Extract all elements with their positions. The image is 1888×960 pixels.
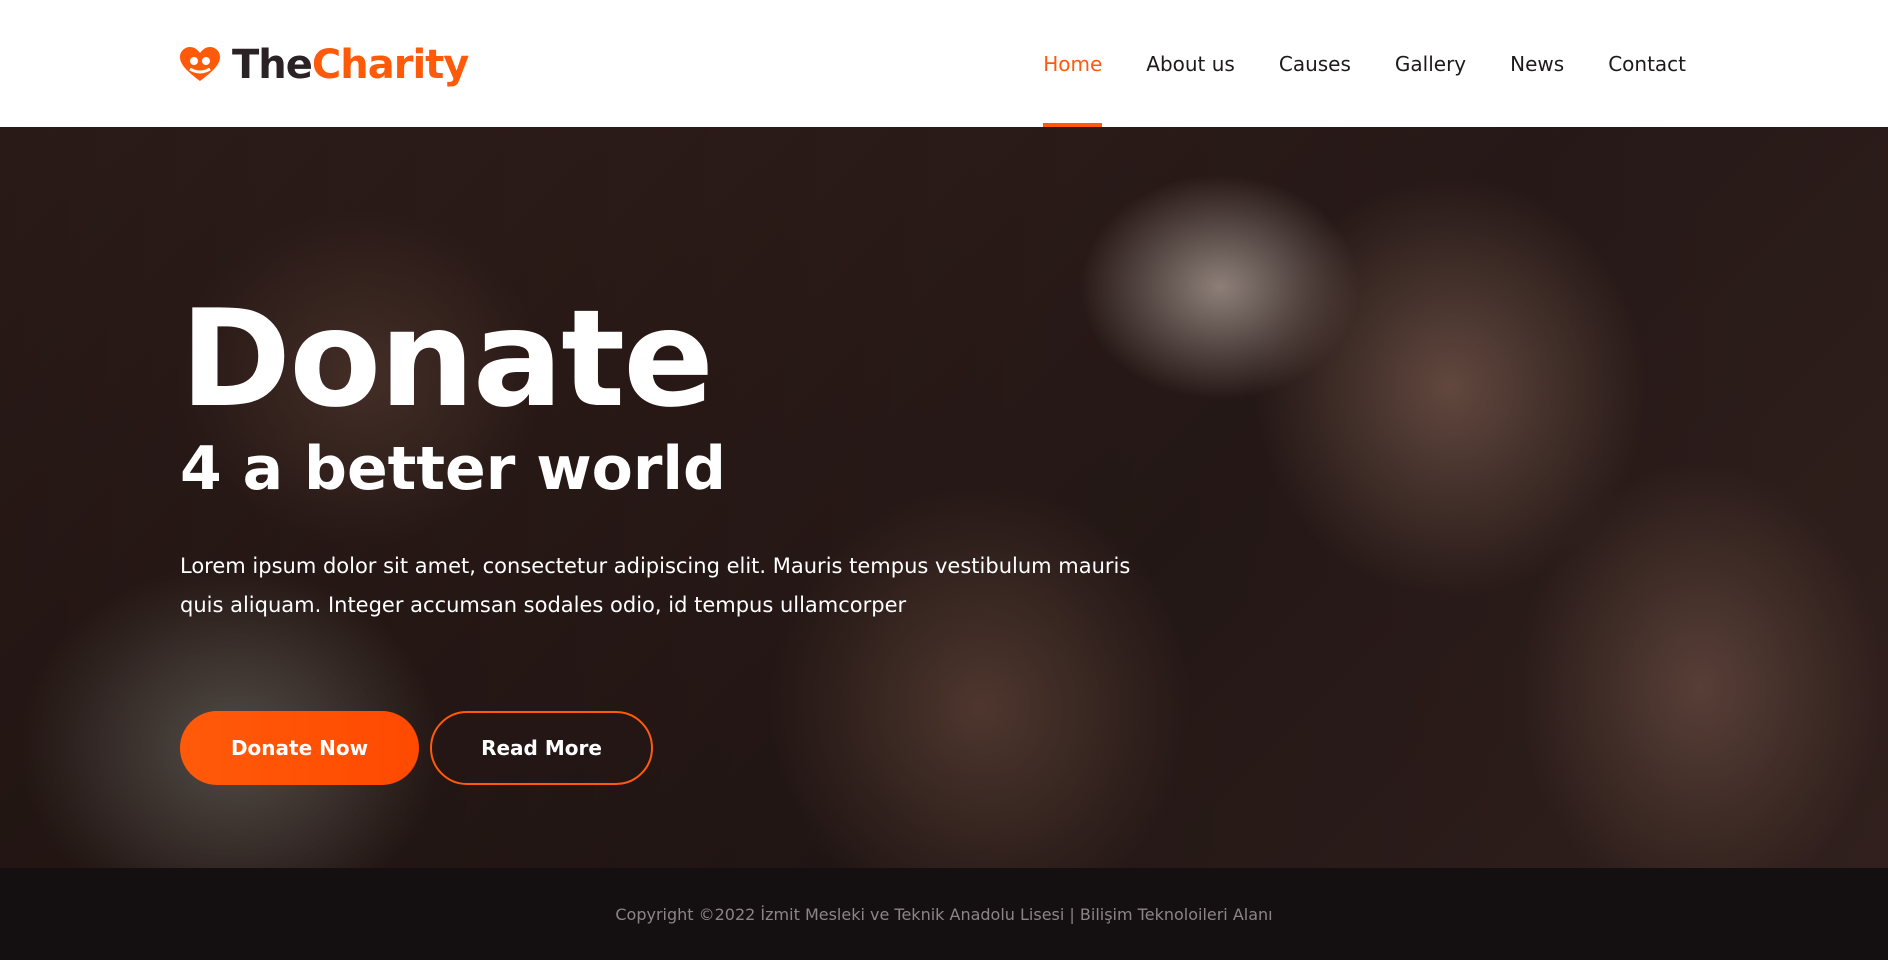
donate-now-button[interactable]: Donate Now — [180, 711, 419, 785]
hero-section: Donate 4 a better world Lorem ipsum dolo… — [0, 127, 1888, 868]
nav-item-home[interactable]: Home — [1043, 0, 1103, 127]
hero-description: Lorem ipsum dolor sit amet, consectetur … — [180, 554, 1131, 617]
main-nav: Home About us Causes Gallery News Contac… — [1043, 0, 1686, 127]
copyright-text: Copyright ©2022 İzmit Mesleki ve Teknik … — [615, 904, 1273, 924]
site-footer: Copyright ©2022 İzmit Mesleki ve Teknik … — [0, 868, 1888, 960]
nav-item-gallery[interactable]: Gallery — [1395, 0, 1466, 127]
hero-subtitle: 4 a better world — [180, 434, 726, 504]
nav-item-causes[interactable]: Causes — [1279, 0, 1351, 127]
nav-item-news[interactable]: News — [1510, 0, 1564, 127]
read-more-button[interactable]: Read More — [430, 711, 653, 785]
heart-hands-icon — [180, 47, 220, 81]
logo-text-charity: Charity — [311, 42, 469, 88]
site-header: TheCharity Home About us Causes Gallery … — [0, 0, 1888, 127]
nav-item-about-us[interactable]: About us — [1146, 0, 1235, 127]
logo-text-the: The — [232, 42, 313, 88]
hero-title: Donate — [180, 281, 714, 437]
nav-item-contact[interactable]: Contact — [1608, 0, 1686, 127]
logo-text: TheCharity — [232, 42, 469, 88]
site-logo[interactable]: TheCharity — [178, 40, 469, 90]
